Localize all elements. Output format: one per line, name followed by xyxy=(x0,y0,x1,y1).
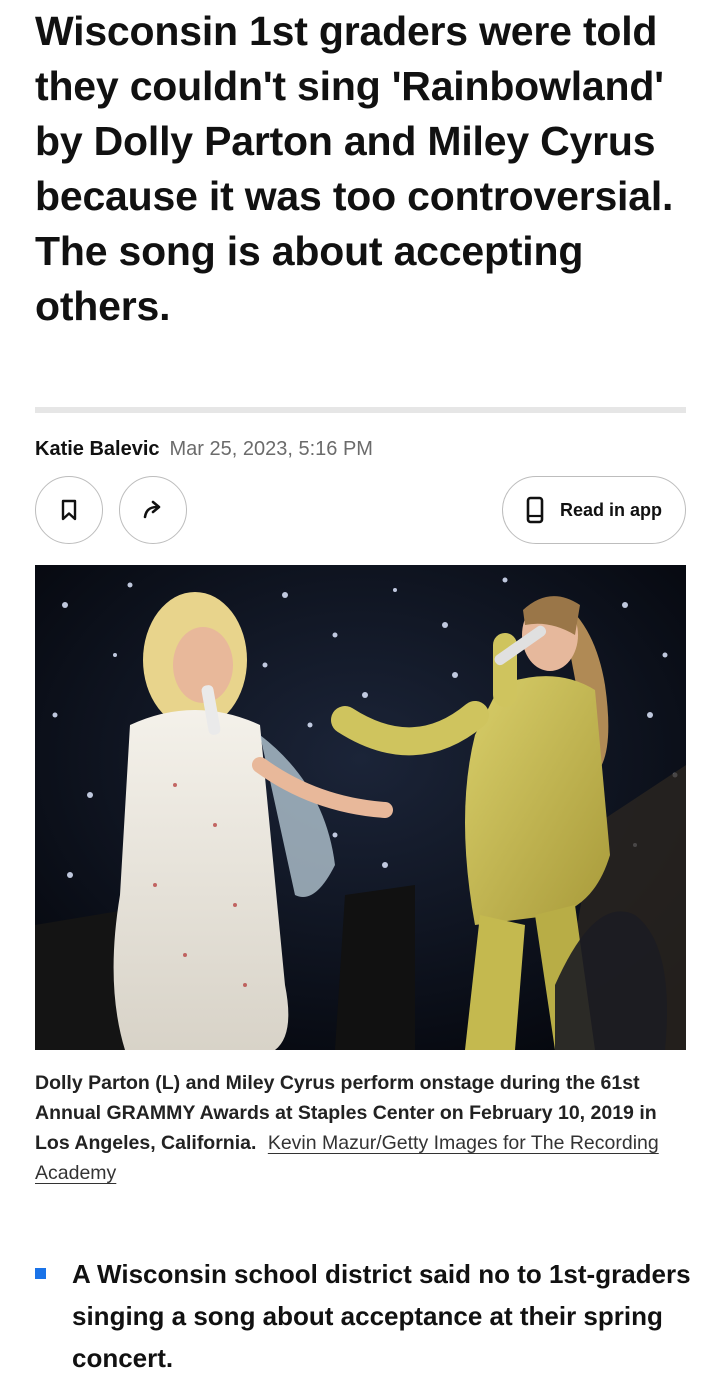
publish-date: Mar 25, 2023, 5:16 PM xyxy=(169,438,373,460)
byline: Katie Balevic Mar 25, 2023, 5:16 PM xyxy=(35,436,373,462)
bullet-marker xyxy=(35,1268,46,1279)
phone-icon xyxy=(526,496,544,524)
read-in-app-label: Read in app xyxy=(559,499,662,520)
share-button[interactable] xyxy=(119,476,187,544)
headline: Wisconsin 1st graders were told they cou… xyxy=(35,8,674,329)
bookmark-icon xyxy=(61,499,77,521)
author-name[interactable]: Katie Balevic xyxy=(35,438,160,460)
bookmark-button[interactable] xyxy=(35,476,103,544)
photo-caption: Dolly Parton (L) and Miley Cyrus perform… xyxy=(35,1068,695,1188)
article-photo[interactable] xyxy=(35,565,686,1050)
performers-photo-illustration xyxy=(35,565,686,1050)
read-in-app-button[interactable]: Read in app xyxy=(502,476,686,544)
share-arrow-icon xyxy=(143,500,161,519)
divider xyxy=(35,407,686,413)
key-points-list: A Wisconsin school district said no to 1… xyxy=(35,1253,695,1379)
article-page: Wisconsin 1st graders were told they cou… xyxy=(0,0,720,1380)
key-point: A Wisconsin school district said no to 1… xyxy=(72,1259,691,1373)
